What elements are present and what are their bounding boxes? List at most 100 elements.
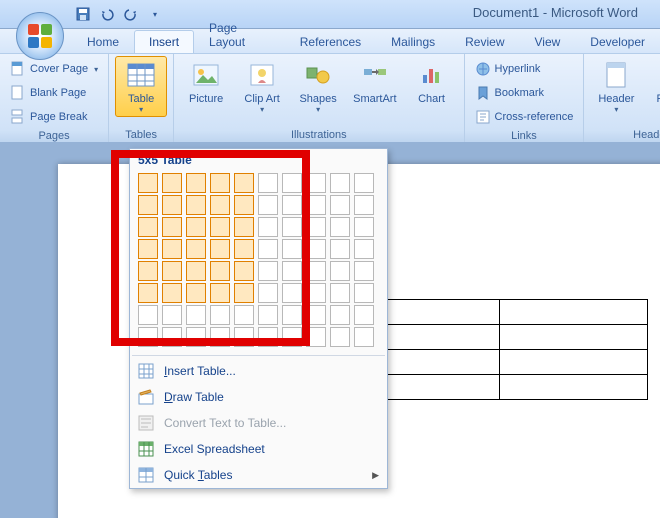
grid-cell[interactable]	[186, 327, 206, 347]
grid-cell[interactable]	[354, 217, 374, 237]
grid-cell[interactable]	[138, 261, 158, 281]
grid-cell[interactable]	[354, 239, 374, 259]
grid-cell[interactable]	[138, 327, 158, 347]
tab-references[interactable]: References	[285, 30, 376, 53]
grid-cell[interactable]	[306, 261, 326, 281]
tab-insert[interactable]: Insert	[134, 30, 194, 53]
grid-cell[interactable]	[234, 261, 254, 281]
grid-cell[interactable]	[330, 283, 350, 303]
grid-cell[interactable]	[162, 283, 182, 303]
insert-table-grid[interactable]	[130, 171, 387, 353]
smartart-button[interactable]: SmartArt	[348, 56, 401, 108]
header-button[interactable]: Header▾	[590, 56, 642, 117]
grid-cell[interactable]	[210, 283, 230, 303]
tab-home[interactable]: Home	[72, 30, 134, 53]
grid-cell[interactable]	[210, 305, 230, 325]
grid-cell[interactable]	[258, 239, 278, 259]
grid-cell[interactable]	[306, 327, 326, 347]
grid-cell[interactable]	[354, 261, 374, 281]
page-break-button[interactable]: Page Break	[6, 106, 102, 128]
picture-button[interactable]: Picture	[180, 56, 232, 108]
grid-cell[interactable]	[186, 217, 206, 237]
grid-cell[interactable]	[330, 217, 350, 237]
grid-cell[interactable]	[162, 327, 182, 347]
footer-button[interactable]: Footer▾	[646, 56, 660, 117]
grid-cell[interactable]	[306, 173, 326, 193]
excel-spreadsheet-menu[interactable]: Excel Spreadsheet	[130, 436, 387, 462]
grid-cell[interactable]	[330, 173, 350, 193]
table-button[interactable]: Table ▾	[115, 56, 167, 117]
insert-table-menu[interactable]: Insert Table...	[130, 358, 387, 384]
grid-cell[interactable]	[234, 195, 254, 215]
grid-cell[interactable]	[162, 217, 182, 237]
tab-page-layout[interactable]: Page Layout	[194, 16, 285, 53]
grid-cell[interactable]	[162, 239, 182, 259]
grid-cell[interactable]	[210, 195, 230, 215]
grid-cell[interactable]	[186, 173, 206, 193]
grid-cell[interactable]	[138, 195, 158, 215]
grid-cell[interactable]	[234, 173, 254, 193]
grid-cell[interactable]	[138, 217, 158, 237]
grid-cell[interactable]	[354, 195, 374, 215]
grid-cell[interactable]	[354, 283, 374, 303]
tab-mailings[interactable]: Mailings	[376, 30, 450, 53]
grid-cell[interactable]	[234, 305, 254, 325]
grid-cell[interactable]	[258, 195, 278, 215]
qat-customize-button[interactable]: ▾	[144, 3, 166, 25]
qat-redo-button[interactable]	[120, 3, 142, 25]
grid-cell[interactable]	[186, 283, 206, 303]
grid-cell[interactable]	[234, 239, 254, 259]
grid-cell[interactable]	[234, 217, 254, 237]
hyperlink-button[interactable]: Hyperlink	[471, 58, 578, 80]
grid-cell[interactable]	[138, 239, 158, 259]
grid-cell[interactable]	[138, 305, 158, 325]
grid-cell[interactable]	[186, 305, 206, 325]
grid-cell[interactable]	[282, 195, 302, 215]
grid-cell[interactable]	[330, 305, 350, 325]
grid-cell[interactable]	[282, 305, 302, 325]
grid-cell[interactable]	[354, 305, 374, 325]
grid-cell[interactable]	[162, 261, 182, 281]
grid-cell[interactable]	[306, 305, 326, 325]
grid-cell[interactable]	[210, 261, 230, 281]
grid-cell[interactable]	[186, 261, 206, 281]
grid-cell[interactable]	[282, 261, 302, 281]
crossref-button[interactable]: Cross-reference	[471, 106, 578, 128]
grid-cell[interactable]	[354, 327, 374, 347]
grid-cell[interactable]	[306, 195, 326, 215]
qat-save-button[interactable]	[72, 3, 94, 25]
grid-cell[interactable]	[354, 173, 374, 193]
grid-cell[interactable]	[330, 261, 350, 281]
grid-cell[interactable]	[162, 195, 182, 215]
grid-cell[interactable]	[306, 283, 326, 303]
grid-cell[interactable]	[330, 239, 350, 259]
office-button[interactable]	[16, 12, 64, 60]
draw-table-menu[interactable]: Draw Table	[130, 384, 387, 410]
grid-cell[interactable]	[282, 327, 302, 347]
grid-cell[interactable]	[162, 173, 182, 193]
grid-cell[interactable]	[210, 217, 230, 237]
grid-cell[interactable]	[234, 327, 254, 347]
grid-cell[interactable]	[210, 173, 230, 193]
grid-cell[interactable]	[234, 283, 254, 303]
grid-cell[interactable]	[210, 327, 230, 347]
qat-undo-button[interactable]	[96, 3, 118, 25]
grid-cell[interactable]	[162, 305, 182, 325]
grid-cell[interactable]	[138, 173, 158, 193]
grid-cell[interactable]	[306, 239, 326, 259]
tab-view[interactable]: View	[520, 30, 576, 53]
grid-cell[interactable]	[186, 239, 206, 259]
blank-page-button[interactable]: Blank Page	[6, 82, 102, 104]
bookmark-button[interactable]: Bookmark	[471, 82, 578, 104]
chart-button[interactable]: Chart	[406, 56, 458, 108]
grid-cell[interactable]	[258, 305, 278, 325]
quick-tables-menu[interactable]: Quick Tables ▶	[130, 462, 387, 488]
grid-cell[interactable]	[138, 283, 158, 303]
grid-cell[interactable]	[258, 283, 278, 303]
grid-cell[interactable]	[282, 283, 302, 303]
tab-developer[interactable]: Developer	[575, 30, 660, 53]
grid-cell[interactable]	[282, 217, 302, 237]
tab-review[interactable]: Review	[450, 30, 519, 53]
grid-cell[interactable]	[258, 217, 278, 237]
clipart-button[interactable]: Clip Art▾	[236, 56, 288, 117]
